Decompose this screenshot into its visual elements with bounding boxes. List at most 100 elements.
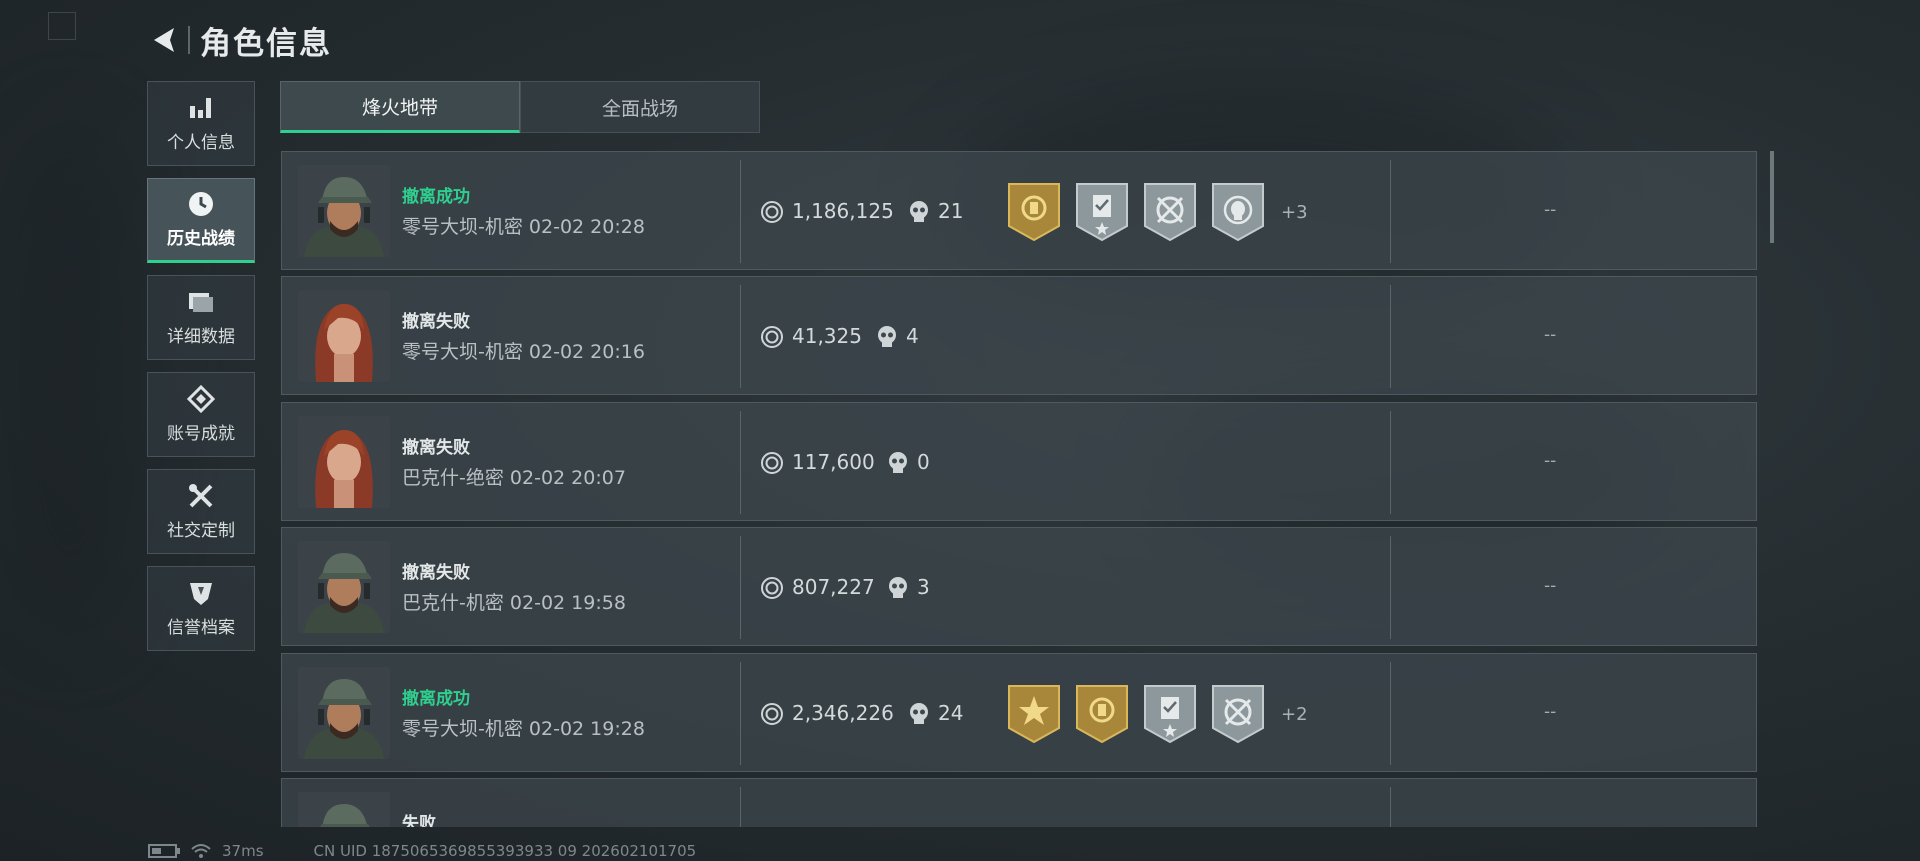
extraction-status: 撤离失败 <box>402 563 470 583</box>
match-record-row[interactable]: 撤离成功零号大坝-机密 02-02 19:28 2,346,226 24 +2 -- <box>281 653 1757 772</box>
skull-icon <box>887 576 909 600</box>
medal-badge-icon[interactable] <box>1007 684 1061 744</box>
medal-badge-icon[interactable] <box>1211 182 1265 242</box>
tools-icon <box>187 482 215 510</box>
medal-badge-icon[interactable] <box>1143 182 1197 242</box>
back-arrow-icon <box>154 28 174 52</box>
operator-avatar <box>298 792 390 827</box>
extraction-status: 撤离失败 <box>402 438 470 458</box>
kill-count: 3 <box>917 575 930 599</box>
match-time: 02-02 20:16 <box>528 341 645 363</box>
column-divider <box>1390 787 1391 827</box>
map-name: 巴克什-绝密 <box>402 467 504 489</box>
extraction-status: 失败 <box>402 814 436 827</box>
sidebar-item-label: 信誉档案 <box>167 618 235 638</box>
map-name: 零号大坝-机密 <box>402 341 523 363</box>
more-badges-count[interactable]: +3 <box>1281 202 1308 223</box>
asset-value: 807,227 <box>792 575 875 599</box>
sidebar-item-label: 账号成就 <box>167 424 235 444</box>
operator-avatar <box>298 416 390 508</box>
column-divider <box>1390 662 1391 765</box>
sidebar-item-label: 历史战绩 <box>167 229 235 249</box>
coin-icon <box>760 576 784 600</box>
extra-placeholder: -- <box>1544 325 1557 345</box>
match-meta: 巴克什-机密 02-02 19:58 <box>402 588 626 615</box>
sidebar-item-credit-record[interactable]: 信誉档案 <box>147 566 255 651</box>
sidebar-item-personal-info[interactable]: 个人信息 <box>147 81 255 166</box>
sidebar-item-match-history[interactable]: 历史战绩 <box>147 178 255 263</box>
list-scrollbar[interactable] <box>1770 151 1774 243</box>
match-time: 02-02 20:07 <box>509 467 626 489</box>
match-time: 02-02 19:58 <box>509 592 626 614</box>
sidebar-item-social-custom[interactable]: 社交定制 <box>147 469 255 554</box>
medal-badge-icon[interactable] <box>1075 182 1129 242</box>
coin-icon <box>760 451 784 475</box>
column-divider <box>1390 160 1391 263</box>
match-time: 02-02 20:28 <box>528 216 645 238</box>
column-divider <box>740 411 741 514</box>
column-divider <box>1390 536 1391 639</box>
extra-placeholder: -- <box>1544 451 1557 471</box>
tab-fenghuo-zone[interactable]: 烽火地带 <box>280 81 520 133</box>
sidebar-item-label: 个人信息 <box>167 133 235 153</box>
asset-value: 1,186,125 <box>792 199 894 223</box>
map-name: 巴克什-机密 <box>402 592 504 614</box>
sidebar-item-achievements[interactable]: 账号成就 <box>147 372 255 457</box>
tab-full-battlefield[interactable]: 全面战场 <box>520 81 760 133</box>
more-badges-count[interactable]: +2 <box>1281 704 1308 725</box>
match-meta: 零号大坝-机密 02-02 20:16 <box>402 337 645 364</box>
asset-value: 2,346,226 <box>792 701 894 725</box>
coin-icon <box>760 702 784 726</box>
match-record-row[interactable]: 撤离失败零号大坝-机密 02-02 20:16 41,325 4 -- <box>281 276 1757 395</box>
column-divider <box>740 662 741 765</box>
match-meta: 巴克什-绝密 02-02 20:07 <box>402 463 626 490</box>
shield-icon <box>187 579 215 607</box>
skull-icon <box>876 325 898 349</box>
match-time: 02-02 19:28 <box>528 718 645 740</box>
column-divider <box>1390 285 1391 388</box>
medal-badge-icon[interactable] <box>1007 182 1061 242</box>
medal-badge-icon[interactable] <box>1211 684 1265 744</box>
status-footer: 37ms CN UID 1875065369855393933 09 20260… <box>148 842 696 860</box>
back-button[interactable] <box>148 23 182 57</box>
match-record-row[interactable]: 撤离失败巴克什-机密 02-02 19:58 807,227 3 -- <box>281 527 1757 646</box>
asset-value: 117,600 <box>792 450 875 474</box>
wifi-icon <box>191 844 211 858</box>
sidebar: 个人信息 历史战绩 详细数据 账号成就 社交定制 信誉档案 <box>147 81 257 663</box>
kill-count: 4 <box>906 324 919 348</box>
extra-placeholder: -- <box>1544 702 1557 722</box>
window-corner-icon <box>48 12 76 40</box>
page-title: 角色信息 <box>200 25 332 62</box>
column-divider <box>740 536 741 639</box>
mode-tabs: 烽火地带 全面战场 <box>280 81 760 133</box>
page-header: 角色信息 <box>148 18 332 62</box>
match-meta: 零号大坝-机密 02-02 19:28 <box>402 714 645 741</box>
coin-icon <box>760 325 784 349</box>
extraction-status: 撤离成功 <box>402 689 470 709</box>
asset-value: 41,325 <box>792 324 862 348</box>
extra-placeholder: -- <box>1544 576 1557 596</box>
column-divider <box>1390 411 1391 514</box>
match-record-row[interactable]: 撤离失败巴克什-绝密 02-02 20:07 117,600 0 -- <box>281 402 1757 521</box>
column-divider <box>740 787 741 827</box>
sidebar-item-label: 社交定制 <box>167 521 235 541</box>
operator-avatar <box>298 290 390 382</box>
match-record-row[interactable]: 失败 <box>281 778 1757 827</box>
sidebar-item-detailed-data[interactable]: 详细数据 <box>147 275 255 360</box>
battery-icon <box>148 844 180 858</box>
operator-avatar <box>298 667 390 759</box>
clock-icon <box>187 190 215 218</box>
skull-icon <box>908 200 930 224</box>
kill-count: 0 <box>917 450 930 474</box>
medal-badge-icon[interactable] <box>1075 684 1129 744</box>
kill-count: 24 <box>938 701 964 725</box>
map-name: 零号大坝-机密 <box>402 718 523 740</box>
extraction-status: 撤离失败 <box>402 312 470 332</box>
column-divider <box>740 160 741 263</box>
uid-text: CN UID 1875065369855393933 09 2026021017… <box>313 842 697 860</box>
sidebar-item-label: 详细数据 <box>167 327 235 347</box>
achievement-icon <box>187 385 215 413</box>
match-record-row[interactable]: 撤离成功 零号大坝-机密 02-02 20:28 1,186,125 21 +3 -- <box>281 151 1757 270</box>
map-name: 零号大坝-机密 <box>402 216 523 238</box>
medal-badge-icon[interactable] <box>1143 684 1197 744</box>
